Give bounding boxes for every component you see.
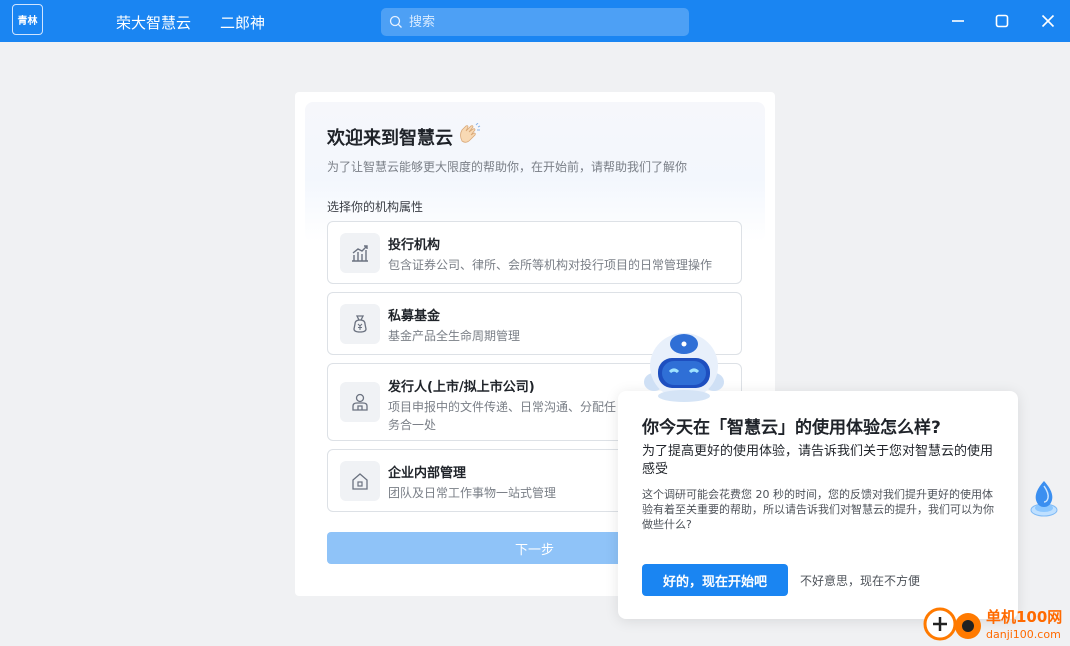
user-name-menu[interactable]: 二郎神: [220, 12, 265, 33]
person-icon: [340, 382, 380, 422]
floating-assistant-button[interactable]: [1028, 478, 1060, 520]
option-title: 投行机构: [388, 238, 441, 253]
title-bar: 青林 荣大智慧云 二郎神: [0, 0, 1070, 42]
minimize-button[interactable]: [945, 8, 971, 34]
survey-decline-link[interactable]: 不好意思，现在不方便: [800, 572, 920, 589]
welcome-subtitle: 为了让智慧云能够更大限度的帮助你，在开始前，请帮助我们了解你: [327, 160, 688, 174]
survey-body: 这个调研可能会花费您 20 秒的时间，您的反馈对我们提升更好的使用体验有着至关重…: [642, 488, 994, 531]
option-title: 私募基金: [388, 309, 441, 324]
minimize-icon: [952, 20, 964, 22]
money-bag-icon: [340, 304, 380, 344]
clapping-hands-icon: [460, 123, 481, 143]
survey-title: 你今天在「智慧云」的使用体验怎么样?: [642, 418, 941, 438]
search-icon: [389, 15, 402, 28]
option-title: 企业内部管理: [388, 466, 467, 481]
survey-accept-button[interactable]: 好的，现在开始吧: [642, 564, 788, 596]
option-desc: 团队及日常工作事物一站式管理: [388, 486, 557, 500]
option-desc: 基金产品全生命周期管理: [388, 329, 521, 343]
maximize-icon: [995, 14, 1009, 28]
search-box[interactable]: [381, 8, 689, 36]
house-icon: [340, 461, 380, 501]
watermark-logo-icon: [923, 607, 981, 641]
search-input[interactable]: [407, 13, 681, 31]
option-investment-bank[interactable]: 投行机构 包含证券公司、律所、会所等机构对投行项目的日常管理操作: [327, 221, 742, 284]
close-button[interactable]: [1035, 8, 1061, 34]
watermark-url: danji100.com: [986, 628, 1061, 641]
org-name-menu[interactable]: 荣大智慧云: [116, 12, 191, 33]
option-desc: 包含证券公司、律所、会所等机构对投行项目的日常管理操作: [388, 258, 713, 272]
option-title: 发行人(上市/拟上市公司): [388, 380, 535, 395]
maximize-button[interactable]: [989, 8, 1015, 34]
chart-icon: [340, 233, 380, 273]
option-desc: 项目申报中的文件传递、日常沟通、分配任务合一处: [388, 400, 617, 432]
survey-subtitle: 为了提高更好的使用体验，请告诉我们关于您对智慧云的使用感受: [642, 444, 994, 477]
watermark-title: 单机100网: [986, 608, 1063, 626]
org-avatar[interactable]: 青林: [12, 4, 43, 35]
survey-popup: 你今天在「智慧云」的使用体验怎么样? 为了提高更好的使用体验，请告诉我们关于您对…: [618, 391, 1018, 619]
close-icon: [1041, 14, 1055, 28]
welcome-title: 欢迎来到智慧云: [327, 128, 453, 149]
robot-mascot-icon: [644, 333, 724, 402]
org-type-label: 选择你的机构属性: [327, 200, 424, 214]
